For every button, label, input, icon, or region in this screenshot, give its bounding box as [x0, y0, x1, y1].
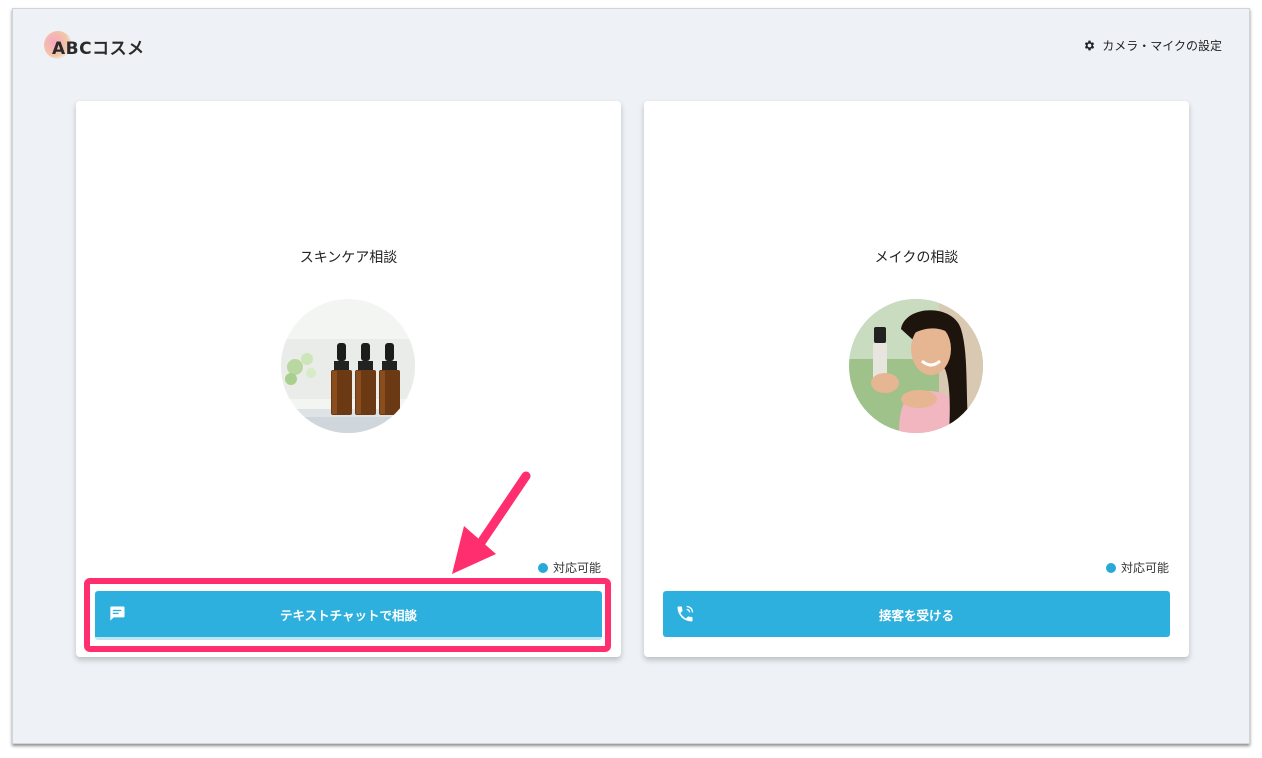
settings-label: カメラ・マイクの設定 [1102, 39, 1222, 53]
availability-status: 対応可能 [537, 559, 601, 576]
logo[interactable]: ABCコスメ [44, 31, 145, 61]
status-dot-icon [1105, 562, 1116, 573]
skincare-consultation-card: スキンケア相談 対応可能 テキストチャットで相談 [76, 101, 621, 657]
card-title: メイクの相談 [874, 250, 959, 266]
status-label: 対応可能 [1120, 561, 1169, 575]
status-label: 対応可能 [552, 561, 601, 575]
button-label: 接客を受ける [878, 607, 954, 623]
status-dot-icon [537, 562, 548, 573]
woman-with-cosmetic-image [849, 299, 983, 433]
logo-text: ABCコスメ [52, 38, 145, 59]
card-title: スキンケア相談 [299, 250, 398, 266]
phone-icon [677, 605, 694, 622]
highlight-box [84, 578, 611, 652]
receive-service-button[interactable]: 接客を受ける [663, 591, 1170, 637]
gear-icon [1085, 40, 1095, 51]
makeup-consultation-card: メイクの相談 対応可能 接客を受ける [644, 101, 1189, 657]
camera-mic-settings-link[interactable]: カメラ・マイクの設定 [1083, 37, 1222, 54]
dropper-bottles-image [281, 299, 415, 433]
availability-status: 対応可能 [1105, 559, 1169, 576]
pointer-arrow-icon [452, 471, 531, 574]
